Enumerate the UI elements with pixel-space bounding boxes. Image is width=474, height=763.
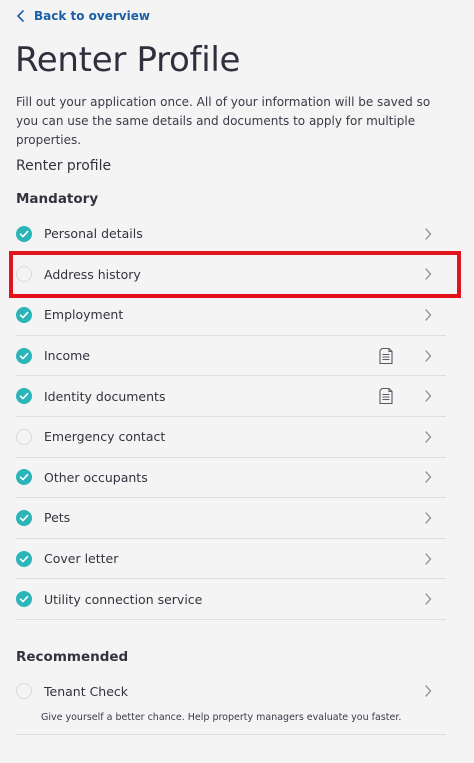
empty-circle-icon [16,428,32,445]
tenant-check-description: Give yourself a better chance. Help prop… [41,712,402,723]
profile-item-address-history[interactable]: Address history [16,255,446,296]
page-title: Renter Profile [15,40,241,80]
chevron-right-icon [425,431,432,443]
check-circle-icon [16,469,32,486]
profile-item-identity-documents[interactable]: Identity documents [16,376,446,417]
profile-item-emergency-contact[interactable]: Emergency contact [16,417,446,458]
profile-item-label: Emergency contact [44,429,166,445]
recommended-item-tenant-check[interactable]: Tenant Check [16,674,446,708]
profile-item-utility-connection-service[interactable]: Utility connection service [16,579,446,620]
chevron-right-icon [425,228,432,240]
profile-item-label: Cover letter [44,551,119,567]
back-to-overview-link[interactable]: Back to overview [16,9,150,23]
profile-item-label: Employment [44,307,124,323]
profile-item-label: Address history [44,266,141,282]
mandatory-heading: Mandatory [16,191,99,207]
recommended-heading: Recommended [16,649,129,665]
document-icon [379,388,393,405]
chevron-right-icon [425,349,432,362]
chevron-right-icon [425,685,432,697]
chevron-right-icon [425,552,432,565]
chevron-left-icon [16,10,24,22]
section-title: Renter profile [16,158,112,174]
profile-item-employment[interactable]: Employment [16,295,446,336]
document-icon [379,347,393,364]
chevron-right-icon [425,268,432,281]
chevron-right-icon [425,471,432,484]
check-circle-icon [16,306,32,323]
check-circle-icon [16,225,32,242]
profile-item-cover-letter[interactable]: Cover letter [16,539,446,580]
profile-item-pets[interactable]: Pets [16,498,446,539]
check-circle-icon [16,550,32,567]
renter-profile-page: Back to overview Renter Profile Fill out… [0,0,474,763]
divider [16,734,446,735]
check-circle-icon [16,347,32,364]
profile-item-other-occupants[interactable]: Other occupants [16,458,446,499]
check-circle-icon [16,591,32,608]
empty-circle-icon [16,266,32,283]
check-circle-icon [16,388,32,405]
profile-item-label: Other occupants [44,469,148,485]
chevron-right-icon [425,309,432,321]
profile-item-income[interactable]: Income [16,336,446,377]
recommended-list: Tenant Check [16,674,446,708]
intro-text: Fill out your application once. All of y… [16,95,431,147]
recommended-item-label: Tenant Check [44,683,129,699]
profile-item-label: Personal details [44,226,143,242]
empty-circle-icon [16,683,32,699]
profile-item-label: Utility connection service [44,591,203,607]
chevron-right-icon [425,390,432,402]
profile-item-personal-details[interactable]: Personal details [16,214,446,255]
profile-item-label: Pets [44,510,71,526]
back-link-label: Back to overview [34,9,150,23]
mandatory-list: Personal details Address history Employmen… [16,214,446,620]
chevron-right-icon [425,593,432,605]
check-circle-icon [16,509,32,526]
chevron-right-icon [425,512,432,524]
